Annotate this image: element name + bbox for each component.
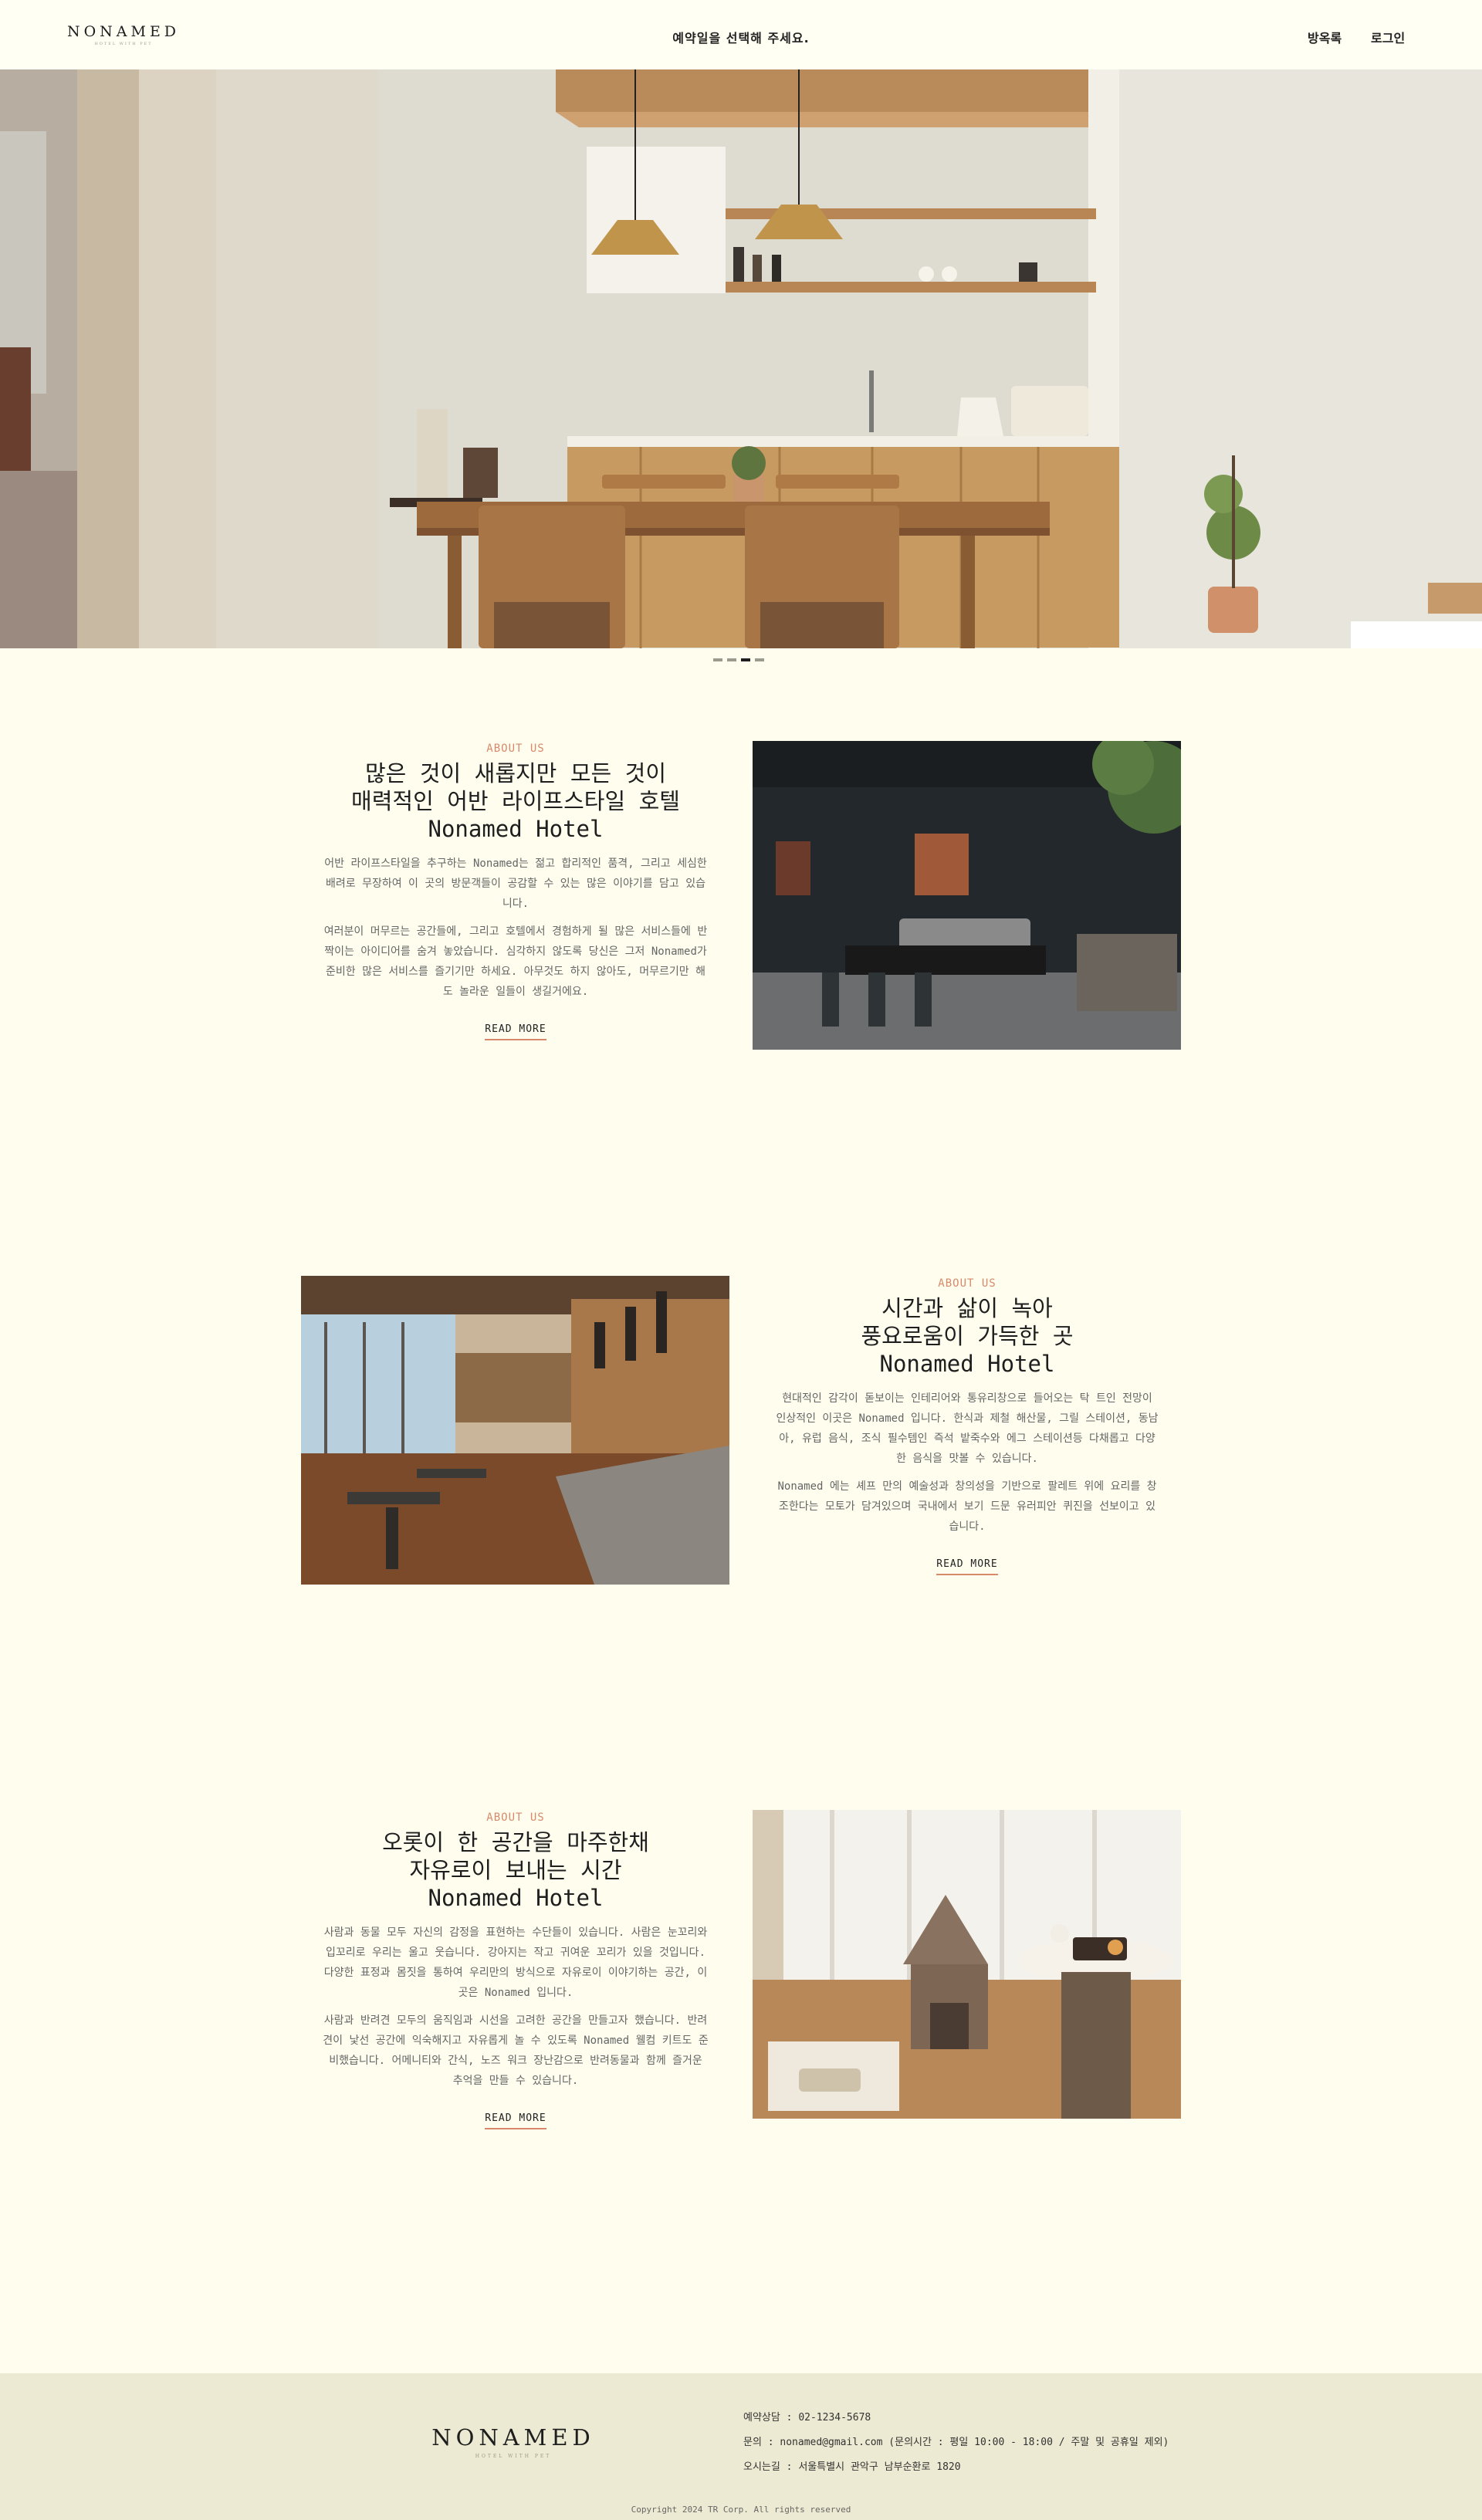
- footer-phone: 예약상담 : 02-1234-5678: [743, 2412, 871, 2424]
- section-paragraph: 사람과 동물 모두 자신의 감정을 표현하는 수단들이 있습니다. 사람은 눈꼬…: [323, 1926, 708, 1999]
- footer-logo-subtitle: HOTEL WITH PET: [475, 2454, 552, 2459]
- lounge-photo: [753, 741, 1181, 1050]
- restaurant-photo: [301, 1276, 729, 1585]
- hero-image: [0, 69, 1482, 648]
- title-line: 시간과 삶이 녹아: [881, 1295, 1053, 1321]
- title-line: 풍요로움이 가득한 곳: [861, 1323, 1074, 1349]
- footer-logo[interactable]: NONAMED HOTEL WITH PET: [425, 2424, 602, 2459]
- section-paragraph: 현대적인 감각이 돋보이는 인테리어와 통유리창으로 들어오는 탁 트인 전망이…: [776, 1392, 1159, 1465]
- slide-dot-active[interactable]: [741, 658, 750, 661]
- about-text-1: ABOUT US 많은 것이 새롭지만 모든 것이 매력적인 어반 라이프스타일…: [323, 742, 709, 1040]
- site-header: NONAMED HOTEL WITH PET 예약일을 선택해 주세요. 방옥록…: [0, 0, 1482, 69]
- footer-copyright: Copyright 2024 TR Corp. All rights reser…: [631, 2505, 851, 2515]
- slide-dot[interactable]: [755, 658, 764, 661]
- section-eyebrow: ABOUT US: [486, 742, 545, 755]
- nav-login[interactable]: 로그인: [1371, 28, 1405, 46]
- hero-pagination: [713, 658, 764, 661]
- read-more-link[interactable]: READ MORE: [936, 1558, 998, 1575]
- about-text-3: ABOUT US 오롯이 한 공간을 마주한채 자유로이 보내는 시간 Nona…: [323, 1811, 709, 2129]
- pet-room-photo: [753, 1810, 1181, 2119]
- read-more-link[interactable]: READ MORE: [485, 2112, 546, 2129]
- section-paragraph: 어반 라이프스타일을 추구하는 Nonamed는 젊고 합리적인 품격, 그리고…: [324, 857, 707, 910]
- section-paragraph: 여러분이 머무르는 공간들에, 그리고 호텔에서 경험하게 될 많은 서비스들에…: [323, 925, 708, 998]
- title-line: Nonamed Hotel: [428, 1885, 604, 1911]
- title-line: 자유로이 보내는 시간: [409, 1857, 622, 1883]
- footer-contact-info: 예약상담 : 02-1234-5678 문의 : nonamed@gmail.c…: [743, 2406, 1169, 2480]
- slide-dot[interactable]: [713, 658, 722, 661]
- about-text-2: ABOUT US 시간과 삶이 녹아 풍요로움이 가득한 곳 Nonamed H…: [774, 1277, 1160, 1575]
- hero-slider[interactable]: [0, 69, 1482, 648]
- footer-address: 오시는길 : 서울특별시 관악구 남부순환로 1820: [743, 2461, 961, 2473]
- read-more-link[interactable]: READ MORE: [485, 1023, 546, 1040]
- section-eyebrow: ABOUT US: [938, 1277, 996, 1290]
- section-title: 많은 것이 새롭지만 모든 것이 매력적인 어반 라이프스타일 호텔 Nonam…: [323, 759, 709, 843]
- section-title: 오롯이 한 공간을 마주한채 자유로이 보내는 시간 Nonamed Hotel: [323, 1828, 709, 1912]
- title-line: 많은 것이 새롭지만 모든 것이: [365, 760, 666, 786]
- section-paragraph: 사람과 반려견 모두의 움직임과 시선을 고려한 공간을 만들고자 했습니다. …: [323, 2014, 709, 2087]
- title-line: 오롯이 한 공간을 마주한채: [382, 1829, 649, 1855]
- title-line: Nonamed Hotel: [428, 816, 604, 842]
- section-eyebrow: ABOUT US: [486, 1811, 545, 1824]
- nav-guestbook[interactable]: 방옥록: [1308, 28, 1342, 46]
- title-line: 매력적인 어반 라이프스타일 호텔: [351, 788, 680, 814]
- section-title: 시간과 삶이 녹아 풍요로움이 가득한 곳 Nonamed Hotel: [774, 1294, 1160, 1378]
- footer-email: 문의 : nonamed@gmail.com (문의시간 : 평일 10:00 …: [743, 2437, 1169, 2448]
- date-select-prompt[interactable]: 예약일을 선택해 주세요.: [0, 28, 1482, 46]
- footer-logo-text: NONAMED: [431, 2424, 595, 2451]
- slide-dot[interactable]: [727, 658, 736, 661]
- site-footer: NONAMED HOTEL WITH PET 예약상담 : 02-1234-56…: [0, 2373, 1482, 2520]
- section-paragraph: Nonamed 에는 셰프 만의 예술성과 창의성을 기반으로 팔레트 위에 요…: [777, 1480, 1157, 1533]
- title-line: Nonamed Hotel: [879, 1351, 1055, 1377]
